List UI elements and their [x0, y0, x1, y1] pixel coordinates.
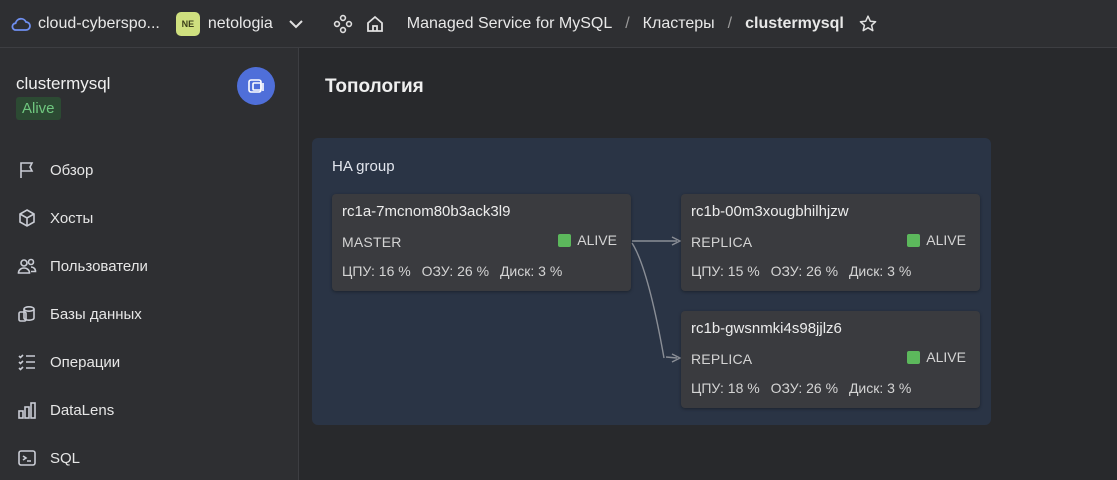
host-ram: ОЗУ: 26 %: [770, 263, 839, 279]
host-status-label: ALIVE: [577, 232, 617, 248]
main-content: Топология HA group rc1a-7mcnom80b3ack3l9…: [300, 48, 1117, 480]
sidebar-item-hosts[interactable]: Хосты: [0, 194, 298, 242]
ha-group-panel: HA group rc1a-7mcnom80b3ack3l9 MASTER AL…: [312, 138, 991, 425]
sidebar-item-overview[interactable]: Обзор: [0, 146, 298, 194]
host-card-replica[interactable]: rc1b-00m3xougbhilhjzw REPLICA ALIVE ЦПУ:…: [681, 194, 980, 291]
host-stats: ЦПУ: 16 % ОЗУ: 26 % Диск: 3 %: [342, 263, 569, 279]
sidebar-nav: Обзор Хосты Пользователи Базы данных Опе…: [0, 146, 298, 480]
host-disk: Диск: 3 %: [499, 263, 563, 279]
host-status: ALIVE: [907, 349, 966, 365]
sidebar-item-label: DataLens: [50, 401, 115, 419]
service-avatar-button[interactable]: [237, 67, 275, 105]
breadcrumb-current: clustermysql: [745, 14, 844, 32]
host-ram: ОЗУ: 26 %: [421, 263, 490, 279]
chart-bars-icon: [16, 399, 38, 421]
host-role: REPLICA: [691, 234, 753, 250]
star-icon[interactable]: [856, 12, 880, 36]
sidebar-item-label: Пользователи: [50, 257, 148, 275]
status-badge: Alive: [16, 97, 61, 120]
breadcrumb-clusters[interactable]: Кластеры: [643, 15, 715, 33]
sidebar-item-databases[interactable]: Базы данных: [0, 290, 298, 338]
breadcrumb-separator: /: [625, 14, 630, 32]
host-disk: Диск: 3 %: [848, 263, 912, 279]
breadcrumb-separator: /: [727, 14, 733, 32]
host-ram: ОЗУ: 26 %: [770, 380, 839, 396]
host-cpu: ЦПУ: 18 %: [691, 380, 760, 396]
sidebar-item-label: Базы данных: [50, 305, 142, 323]
host-stats: ЦПУ: 15 % ОЗУ: 26 % Диск: 3 %: [691, 263, 918, 279]
services-icon[interactable]: [331, 12, 355, 36]
alive-status-icon: [907, 233, 921, 247]
host-name: rc1b-gwsnmki4s98jjlz6: [691, 320, 842, 337]
cloud-icon: [10, 13, 32, 35]
organization-name: netologia: [207, 14, 273, 32]
host-cpu: ЦПУ: 15 %: [691, 263, 760, 279]
sidebar-item-sql[interactable]: SQL: [0, 434, 298, 480]
host-role: MASTER: [342, 234, 402, 250]
link-master-replica-2: [631, 242, 665, 359]
cloud-selector[interactable]: cloud-cyberspo...: [6, 8, 164, 40]
cube-icon: [16, 207, 38, 229]
organization-selector[interactable]: NE netologia: [175, 8, 305, 40]
host-role: REPLICA: [691, 351, 753, 367]
organization-badge: NE: [175, 11, 200, 36]
sidebar-item-label: SQL: [50, 449, 81, 467]
chevron-down-icon[interactable]: [287, 15, 305, 33]
host-cpu: ЦПУ: 16 %: [342, 263, 411, 279]
host-status-label: ALIVE: [926, 349, 966, 365]
sidebar-item-label: Обзор: [50, 161, 94, 179]
breadcrumb-service[interactable]: Managed Service for MySQL: [407, 15, 612, 33]
host-status-label: ALIVE: [926, 232, 966, 248]
cluster-name: clustermysql: [16, 74, 111, 93]
alive-status-icon: [558, 233, 572, 247]
page-title: Топология: [325, 76, 424, 97]
alive-status-icon: [907, 350, 921, 364]
databases-icon: [16, 303, 38, 325]
host-status: ALIVE: [907, 232, 966, 248]
sidebar-item-label: Операции: [50, 353, 121, 371]
sidebar-item-label: Хосты: [50, 209, 94, 227]
host-card-master[interactable]: rc1a-7mcnom80b3ack3l9 MASTER ALIVE ЦПУ: …: [332, 194, 631, 291]
sidebar-item-operations[interactable]: Операции: [0, 338, 298, 386]
host-stats: ЦПУ: 18 % ОЗУ: 26 % Диск: 3 %: [691, 380, 918, 396]
host-name: rc1b-00m3xougbhilhjzw: [691, 203, 849, 220]
top-bar: cloud-cyberspo... NE netologia Managed S…: [0, 0, 1117, 48]
sidebar-item-users[interactable]: Пользователи: [0, 242, 298, 290]
terminal-icon: [16, 447, 38, 469]
sidebar: clustermysql Alive Обзор Хосты Пользоват…: [0, 48, 299, 480]
ha-group-title: HA group: [332, 158, 395, 175]
sidebar-item-datalens[interactable]: DataLens: [0, 386, 298, 434]
home-icon[interactable]: [363, 12, 387, 36]
cloud-name: cloud-cyberspo...: [38, 14, 160, 32]
host-card-replica[interactable]: rc1b-gwsnmki4s98jjlz6 REPLICA ALIVE ЦПУ:…: [681, 311, 980, 408]
flag-icon: [16, 159, 38, 181]
host-status: ALIVE: [558, 232, 617, 248]
users-icon: [16, 255, 38, 277]
host-name: rc1a-7mcnom80b3ack3l9: [342, 203, 511, 220]
host-disk: Диск: 3 %: [848, 380, 912, 396]
operations-list-icon: [16, 351, 38, 373]
